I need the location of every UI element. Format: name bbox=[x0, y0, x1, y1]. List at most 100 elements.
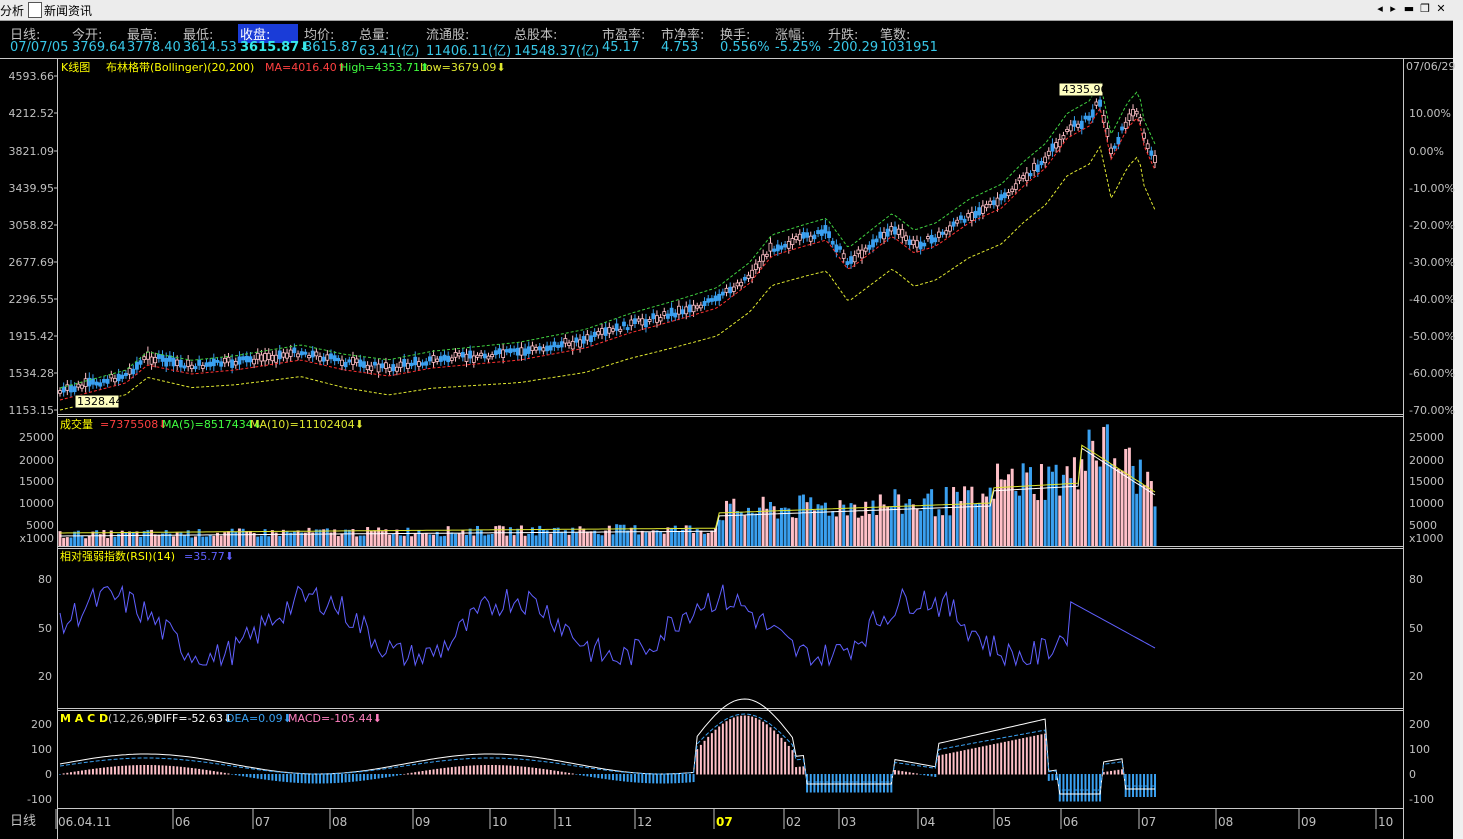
candle-body bbox=[684, 306, 689, 315]
candle-body bbox=[563, 338, 568, 344]
volume-bar bbox=[750, 512, 754, 546]
volume-bar bbox=[721, 520, 725, 546]
volume-bar bbox=[856, 517, 860, 546]
candle-body bbox=[321, 356, 326, 362]
macd-bar bbox=[1033, 735, 1036, 775]
candle-body bbox=[1002, 192, 1007, 199]
macd-bar bbox=[373, 774, 376, 780]
candle-body bbox=[589, 335, 593, 342]
volume-bar bbox=[768, 501, 772, 546]
candle-body bbox=[124, 372, 128, 377]
candle-body bbox=[629, 319, 634, 327]
volume-bar bbox=[1138, 459, 1142, 546]
candle-body bbox=[1013, 183, 1018, 190]
volume-bar bbox=[882, 504, 886, 546]
macd-bar bbox=[930, 774, 933, 777]
macd-bar bbox=[117, 766, 120, 775]
candle-body bbox=[186, 359, 191, 367]
candle-body bbox=[1010, 188, 1015, 193]
macd-bar bbox=[311, 774, 314, 784]
macd-bar bbox=[1014, 739, 1017, 775]
macd-bar bbox=[355, 774, 358, 782]
candle-body bbox=[427, 356, 432, 362]
candle-body bbox=[819, 229, 824, 236]
volume-bar bbox=[761, 496, 765, 546]
candle-body bbox=[274, 354, 278, 363]
volume-bar bbox=[333, 529, 337, 546]
volume-bar bbox=[1146, 471, 1150, 546]
volume-bar bbox=[1061, 474, 1065, 546]
volume-bar bbox=[867, 513, 871, 546]
kline-pct-tick: -20.00% bbox=[1409, 219, 1455, 232]
candle-body bbox=[962, 218, 967, 223]
volume-bar bbox=[860, 515, 864, 546]
candle-body bbox=[761, 254, 766, 262]
volume-bar bbox=[1091, 440, 1095, 546]
volume-bar bbox=[329, 532, 333, 546]
volume-bar bbox=[468, 528, 472, 546]
volume-bar bbox=[1054, 464, 1058, 546]
macd-bar bbox=[264, 774, 267, 780]
macd-bar bbox=[743, 715, 746, 775]
rsi-y-tick-right: 50 bbox=[1409, 622, 1423, 635]
macd-bar bbox=[546, 769, 549, 775]
macd-bar bbox=[839, 774, 842, 793]
macd-bar bbox=[450, 767, 453, 775]
macd-bar bbox=[725, 721, 728, 775]
candle-body bbox=[354, 358, 359, 364]
volume-bar bbox=[1083, 470, 1087, 546]
volume-bar bbox=[417, 530, 421, 546]
volume-bar bbox=[966, 490, 970, 546]
macd-bar bbox=[1110, 770, 1113, 775]
x-axis-label: 07 bbox=[716, 815, 733, 829]
volume-bar bbox=[640, 530, 644, 546]
macd-bar bbox=[432, 769, 435, 775]
macd-bar bbox=[842, 774, 845, 793]
volume-bar bbox=[1050, 471, 1054, 546]
candle-body bbox=[1006, 192, 1011, 197]
volume-bar bbox=[798, 495, 802, 546]
candle-body bbox=[406, 362, 410, 369]
macd-bar bbox=[187, 767, 190, 775]
volume-bar bbox=[622, 524, 626, 546]
x-axis-label: 07 bbox=[255, 815, 270, 829]
macd-bar bbox=[293, 774, 296, 783]
kline-y-tick: 3439.95 bbox=[9, 182, 55, 195]
macd-bar bbox=[190, 767, 193, 775]
candle-body bbox=[431, 355, 436, 363]
macd-bar bbox=[483, 765, 486, 775]
macd-bar bbox=[183, 767, 186, 775]
volume-bar bbox=[834, 516, 838, 546]
candle-body bbox=[552, 341, 557, 348]
macd-bar bbox=[663, 774, 666, 784]
candle-body bbox=[559, 341, 564, 348]
candle-body bbox=[691, 304, 696, 313]
candle-body bbox=[922, 242, 927, 247]
volume-bar bbox=[801, 494, 805, 546]
candle-body bbox=[625, 327, 630, 331]
candle-body bbox=[955, 219, 960, 224]
candle-body bbox=[1131, 109, 1135, 117]
kline-y-tick: 1915.42 bbox=[9, 330, 55, 343]
candle-body bbox=[153, 356, 158, 364]
candle-body bbox=[285, 352, 289, 359]
candle-body bbox=[797, 233, 802, 241]
candle-body bbox=[189, 364, 194, 370]
macd-params: (12,26,9) bbox=[108, 712, 159, 725]
candle-body bbox=[164, 357, 169, 367]
volume-bar bbox=[911, 504, 915, 546]
volume-bar bbox=[534, 535, 538, 546]
macd-bar bbox=[234, 774, 237, 776]
macd-bar bbox=[399, 774, 402, 776]
candle-body bbox=[889, 226, 894, 232]
macd-bar bbox=[615, 774, 618, 781]
chart-canvas[interactable]: K线图 布林格带(Bollinger)(20,200) MA=4016.40⬆ … bbox=[0, 0, 1463, 839]
candle-body bbox=[208, 361, 213, 367]
candle-body bbox=[281, 352, 286, 358]
macd-bar bbox=[392, 774, 395, 777]
macd-bar bbox=[864, 774, 867, 793]
min-price-label: 1328.44 bbox=[77, 395, 123, 408]
volume-bar bbox=[450, 532, 454, 546]
macd-bar bbox=[359, 774, 362, 781]
volume-bar bbox=[728, 503, 732, 546]
